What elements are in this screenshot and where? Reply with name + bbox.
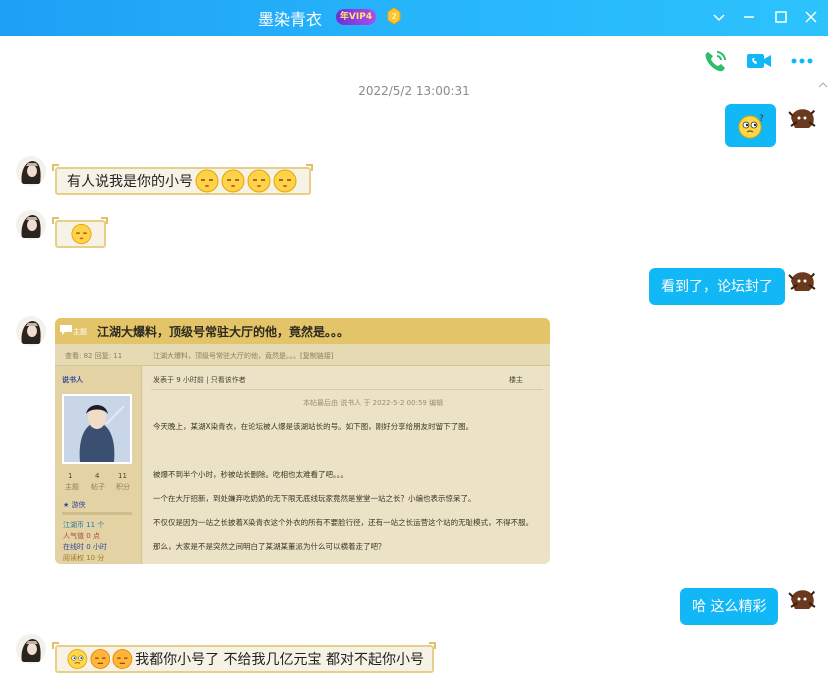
sleepy-emoji-icon bbox=[71, 223, 92, 245]
post-meta: 发表于 9 小时前 | 只看该作者 bbox=[153, 376, 246, 384]
contact-avatar[interactable] bbox=[16, 316, 46, 346]
sleepy-emoji-icon bbox=[90, 649, 110, 669]
contact-avatar[interactable] bbox=[16, 156, 46, 186]
title-bar: 墨染青衣 年VIP4 2 bbox=[0, 0, 828, 36]
sleepy-emoji-icon bbox=[112, 649, 133, 669]
message-text: 我都你小号了 不给我几亿元宝 都对不起你小号 bbox=[135, 652, 425, 668]
author-stat: 11 bbox=[118, 472, 127, 480]
sleepy-emoji-icon bbox=[195, 169, 219, 193]
message-timestamp: 2022/5/2 13:00:31 bbox=[358, 84, 470, 98]
thread-stats: 查看: 82 回复: 11 bbox=[65, 352, 123, 360]
author-panel: 说书人 1 4 11 主题 帖子 积分 ★ 游侠 江湖币 11 个 人气值 0 … bbox=[55, 366, 142, 564]
contact-avatar[interactable] bbox=[16, 634, 46, 664]
sleepy-emoji-icon bbox=[247, 169, 271, 193]
thinking-emoji-icon bbox=[67, 649, 88, 669]
author-rank: ★ 游侠 bbox=[63, 501, 86, 509]
forum-header: 主题 江湖大爆料，顶级号常驻大厅的他，竟然是。。。 bbox=[55, 318, 550, 344]
contact-avatar[interactable] bbox=[16, 210, 46, 240]
bubble-corner-decoration bbox=[52, 217, 59, 224]
self-avatar[interactable] bbox=[787, 104, 817, 134]
thread-breadcrumb: 江湖大爆料，顶级号常驻大厅的他，竟然是。。。[复制链接] bbox=[153, 352, 334, 360]
user-field: 在线时 0 小时 bbox=[63, 543, 107, 551]
thread-title: 江湖大爆料，顶级号常驻大厅的他，竟然是。。。 bbox=[97, 325, 350, 339]
post-body-line: 今天晚上，某湖X染青衣，在论坛被人爆是该湖站长的号。如下图，刚好分享给朋友时留下… bbox=[153, 422, 474, 431]
message-text: 有人说我是你的小号 bbox=[67, 174, 193, 190]
user-field: 江湖币 11 个 bbox=[63, 521, 105, 529]
divider bbox=[151, 389, 543, 390]
self-avatar[interactable] bbox=[787, 267, 817, 297]
author-stat-label: 主题 bbox=[65, 483, 79, 491]
message-bubble-text[interactable]: 我都你小号了 不给我几亿元宝 都对不起你小号 bbox=[55, 645, 434, 673]
svg-text:?: ? bbox=[759, 114, 764, 124]
user-field: 阅读权 10 分 bbox=[63, 554, 105, 562]
author-avatar bbox=[62, 394, 132, 464]
message-bubble-text[interactable]: 有人说我是你的小号 bbox=[55, 167, 311, 195]
level-icon: 2 bbox=[387, 7, 401, 25]
sleepy-emoji-icon bbox=[273, 169, 297, 193]
voice-call-icon[interactable] bbox=[702, 49, 730, 73]
video-call-icon[interactable] bbox=[745, 49, 773, 73]
close-icon[interactable] bbox=[800, 6, 822, 28]
author-stat: 4 bbox=[95, 472, 100, 480]
post-body-line: 那么，大家是不是突然之间明白了某湖某董派为什么可以横着走了吧？ bbox=[153, 542, 386, 551]
thinking-emoji-icon: ? bbox=[738, 114, 764, 139]
author-stat-label: 帖子 bbox=[91, 483, 105, 491]
thread-tag: 主题 bbox=[73, 328, 87, 336]
user-field: 人气值 0 点 bbox=[63, 532, 100, 540]
maximize-icon[interactable] bbox=[770, 6, 792, 28]
svg-text:2: 2 bbox=[391, 12, 396, 21]
post-body-line: 被爆不到半个小时，秒被站长删除。吃相也太难看了吧。。。 bbox=[153, 470, 348, 479]
post-content: 发表于 9 小时前 | 只看该作者 楼主 本帖最后由 说书人 于 2022-5-… bbox=[143, 366, 550, 564]
bubble-corner-decoration bbox=[52, 642, 59, 649]
post-floor: 楼主 bbox=[509, 376, 523, 384]
self-avatar[interactable] bbox=[787, 585, 817, 615]
post-body-line: 不仅仅是因为一站之长披着X染青衣这个外衣的所有不要脸行径，还有一站之长运营这个站… bbox=[153, 518, 534, 527]
window-title: 墨染青衣 bbox=[258, 10, 323, 29]
message-bubble-text[interactable]: 看到了，论坛封了 bbox=[649, 268, 785, 305]
sleepy-emoji-icon bbox=[221, 169, 245, 193]
minimize-icon[interactable] bbox=[738, 6, 760, 28]
author-stat: 1 bbox=[68, 472, 73, 480]
message-bubble-emoji[interactable] bbox=[55, 220, 106, 248]
chevron-down-icon[interactable] bbox=[708, 6, 730, 28]
edit-note: 本帖最后由 说书人 于 2022-5-2 00:59 编辑 bbox=[303, 399, 444, 407]
bubble-corner-decoration bbox=[306, 164, 313, 171]
author-stat-label: 积分 bbox=[116, 483, 130, 491]
message-bubble-emoji[interactable]: ? bbox=[725, 104, 776, 147]
rank-label: 游侠 bbox=[71, 501, 86, 509]
more-icon[interactable] bbox=[788, 49, 816, 73]
thread-info-bar: 查看: 82 回复: 11 江湖大爆料，顶级号常驻大厅的他，竟然是。。。[复制链… bbox=[55, 344, 550, 366]
author-name: 说书人 bbox=[62, 376, 83, 384]
speech-bubble-icon bbox=[60, 325, 72, 335]
bubble-corner-decoration bbox=[429, 642, 436, 649]
bubble-corner-decoration bbox=[52, 164, 59, 171]
rank-progress-bar bbox=[62, 512, 132, 515]
forum-screenshot-image[interactable]: 主题 江湖大爆料，顶级号常驻大厅的他，竟然是。。。 查看: 82 回复: 11 … bbox=[55, 318, 550, 564]
vip-badge: 年VIP4 bbox=[336, 9, 376, 25]
post-body-line: 一个在大厅招新，到处嫌弃吃奶奶的无下限无底线玩家竟然是堂堂一站之长？小编也表示惊… bbox=[153, 494, 476, 503]
bubble-corner-decoration bbox=[101, 217, 108, 224]
message-bubble-text[interactable]: 哈 这么精彩 bbox=[680, 588, 779, 625]
